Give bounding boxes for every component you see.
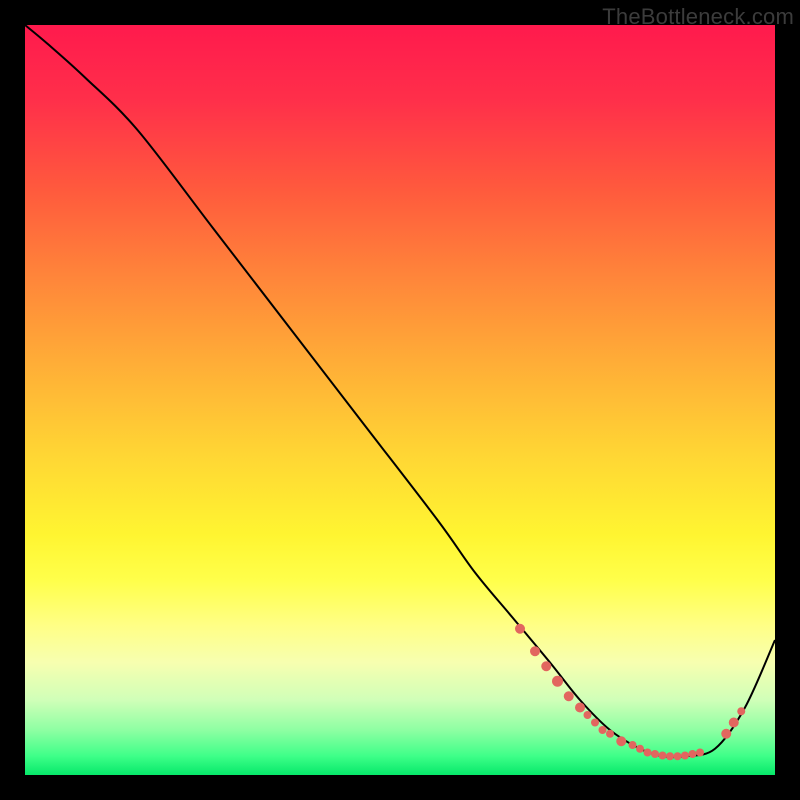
- data-marker: [651, 750, 659, 758]
- data-marker: [689, 750, 697, 758]
- markers-group: [515, 624, 745, 761]
- watermark-text: TheBottleneck.com: [602, 4, 794, 30]
- data-marker: [606, 730, 614, 738]
- data-marker: [636, 745, 644, 753]
- data-marker: [737, 707, 745, 715]
- data-marker: [721, 729, 731, 739]
- data-marker: [729, 718, 739, 728]
- plot-area: [25, 25, 775, 775]
- data-marker: [552, 676, 563, 687]
- data-marker: [644, 749, 652, 757]
- data-marker: [584, 711, 592, 719]
- data-marker: [616, 736, 626, 746]
- data-marker: [515, 624, 525, 634]
- bottleneck-curve: [25, 25, 775, 757]
- data-marker: [541, 661, 551, 671]
- data-marker: [666, 752, 674, 760]
- chart-svg: [25, 25, 775, 775]
- data-marker: [681, 752, 689, 760]
- data-marker: [599, 726, 607, 734]
- data-marker: [696, 749, 704, 757]
- data-marker: [591, 719, 599, 727]
- data-marker: [629, 741, 637, 749]
- data-marker: [530, 646, 540, 656]
- data-marker: [674, 752, 682, 760]
- data-marker: [564, 691, 574, 701]
- chart-stage: TheBottleneck.com: [0, 0, 800, 800]
- data-marker: [575, 703, 585, 713]
- data-marker: [659, 752, 667, 760]
